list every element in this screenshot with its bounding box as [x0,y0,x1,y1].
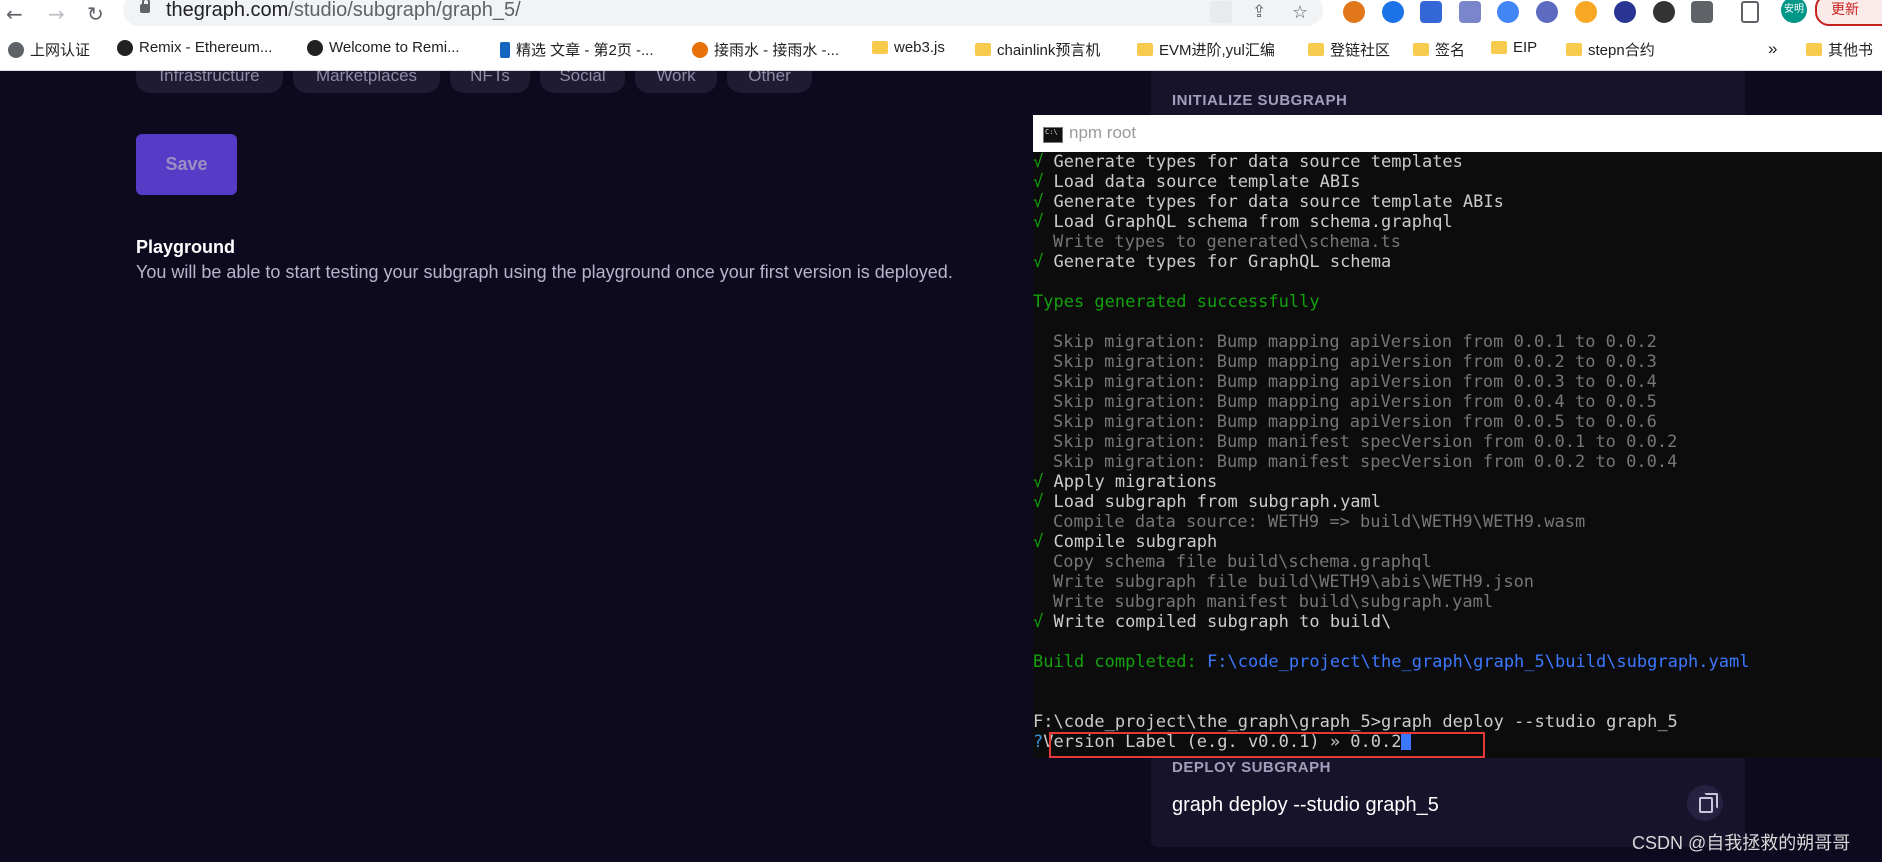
terminal-title: npm root [1069,123,1137,142]
terminal-line: √ Generate types for GraphQL schema [1033,252,1392,272]
browser-toolbar: ← → ↻ thegraph.com/studio/subgraph/graph… [0,0,1882,29]
folder-icon [1137,43,1153,56]
extension-face-icon[interactable] [1536,1,1558,23]
react-devtools-icon[interactable] [1614,1,1636,23]
folder-icon [975,43,991,56]
category-chip[interactable]: Social [540,71,625,93]
terminal-line: √ Load data source template ABIs [1033,172,1361,192]
terminal-line: √ Generate types for data source templat… [1033,152,1463,172]
extension-blue-icon[interactable] [1382,1,1404,23]
bookmark-item[interactable]: 接雨水 - 接雨水 -... [692,39,839,60]
other-bookmarks-folder[interactable]: 其他书 [1806,39,1873,60]
reload-icon[interactable]: ↻ [87,2,104,26]
leetcode-icon [692,41,708,58]
back-arrow-icon[interactable]: ← [6,2,23,26]
metamask-icon[interactable] [1343,1,1365,23]
lock-icon[interactable] [140,0,150,13]
copy-button[interactable] [1687,785,1723,821]
terminal-line: Skip migration: Bump mapping apiVersion … [1053,392,1657,412]
playground-description: You will be able to start testing your s… [136,262,953,282]
folder-icon [1566,43,1582,56]
bookmark-item[interactable]: Welcome to Remi... [307,39,460,56]
extension-globe-icon[interactable] [1653,1,1675,23]
extension-p-icon[interactable] [1575,1,1597,23]
bookmark-folder[interactable]: EVM进阶,yul汇编 [1137,39,1275,60]
remix-icon [117,39,133,56]
deploy-subgraph-label: DEPLOY SUBGRAPH [1172,759,1331,776]
url-text[interactable]: thegraph.com/studio/subgraph/graph_5/ [166,0,521,22]
bookmark-item[interactable]: 精选 文章 - 第2页 -... [500,39,654,60]
terminal-line: Skip migration: Bump manifest specVersio… [1053,452,1678,472]
category-chip[interactable]: NFTs [450,71,530,93]
bluetooth-icon [500,41,510,58]
folder-icon [1491,41,1507,54]
playground-title: Playground [136,237,236,257]
bookmark-star-icon[interactable]: ☆ [1292,2,1308,23]
terminal-line: Skip migration: Bump manifest specVersio… [1053,432,1678,452]
bookmark-folder[interactable]: 登链社区 [1308,39,1390,60]
terminal-line: Skip migration: Bump mapping apiVersion … [1053,372,1657,392]
category-chip[interactable]: Work [635,71,717,93]
save-button[interactable]: Save [136,134,237,195]
terminal-icon [1043,127,1063,143]
extension-g-icon[interactable] [1497,1,1519,23]
category-chip[interactable]: Marketplaces [293,71,440,93]
forward-arrow-icon[interactable]: → [48,2,65,26]
terminal-line: Skip migration: Bump mapping apiVersion … [1053,412,1657,432]
remix-icon [307,39,323,56]
terminal-line: Build completed: F:\code_project\the_gra… [1033,652,1750,672]
terminal-line: Write subgraph manifest build\subgraph.y… [1053,592,1494,612]
terminal-line: √ Apply migrations [1033,472,1218,492]
category-chip[interactable]: Infrastructure [136,71,283,93]
bookmark-item[interactable]: Remix - Ethereum... [117,39,272,56]
bookmark-folder[interactable]: EIP [1491,39,1537,56]
terminal-line: √ Load GraphQL schema from schema.graphq… [1033,212,1453,232]
bookmark-folder[interactable]: stepn合约 [1566,39,1655,60]
terminal-command-line: F:\code_project\the_graph\graph_5>graph … [1033,712,1678,732]
terminal-line: √ Load subgraph from subgraph.yaml [1033,492,1382,512]
terminal-output[interactable]: √ Generate types for data source templat… [1033,152,1882,758]
terminal-line: √ Compile subgraph [1033,532,1218,552]
bookmark-folder[interactable]: 签名 [1413,39,1465,60]
watermark: CSDN @自我拯救的朔哥哥 [1632,833,1851,853]
update-button[interactable]: 更新 [1815,0,1882,26]
profile-avatar[interactable]: 安明 [1781,0,1807,23]
terminal-line: Skip migration: Bump mapping apiVersion … [1053,352,1657,372]
globe-icon [8,41,24,58]
terminal-line: Write subgraph file build\WETH9\abis\WET… [1053,572,1535,592]
terminal-line: Write types to generated\schema.ts [1053,232,1401,252]
terminal-line: Compile data source: WETH9 => build\WETH… [1053,512,1586,532]
translate-icon[interactable] [1210,1,1232,23]
initialize-subgraph-label: INITIALIZE SUBGRAPH [1172,92,1348,109]
bookmarks-overflow-button[interactable]: » [1768,39,1777,59]
bookmark-item[interactable]: 上网认证 [8,39,90,60]
bookmarks-bar: 上网认证 Remix - Ethereum... Welcome to Remi… [0,29,1882,71]
folder-icon [1806,43,1822,56]
deploy-command: graph deploy --studio graph_5 [1172,794,1439,816]
terminal-line: √ Generate types for data source templat… [1033,192,1504,212]
extensions-puzzle-icon[interactable] [1691,1,1713,23]
bookmark-folder[interactable]: chainlink预言机 [975,39,1100,60]
folder-icon [872,41,888,54]
share-icon[interactable]: ⇪ [1252,2,1266,22]
terminal-line: Types generated successfully [1033,292,1320,312]
terminal-line: Copy schema file build\schema.graphql [1053,552,1432,572]
terminal-line: Skip migration: Bump mapping apiVersion … [1053,332,1657,352]
extension-chart-icon[interactable] [1459,1,1481,23]
copy-icon [1699,793,1718,813]
bookmark-folder[interactable]: web3.js [872,39,945,56]
folder-icon [1413,43,1429,56]
folder-icon [1308,43,1324,56]
highlight-box [1049,732,1485,758]
terminal-titlebar[interactable]: npm root [1033,115,1882,153]
extension-dev-icon[interactable] [1420,1,1442,23]
category-chip[interactable]: Other [727,71,812,93]
sidepanel-icon[interactable] [1741,1,1759,23]
terminal-line: √ Write compiled subgraph to build\ [1033,612,1392,632]
